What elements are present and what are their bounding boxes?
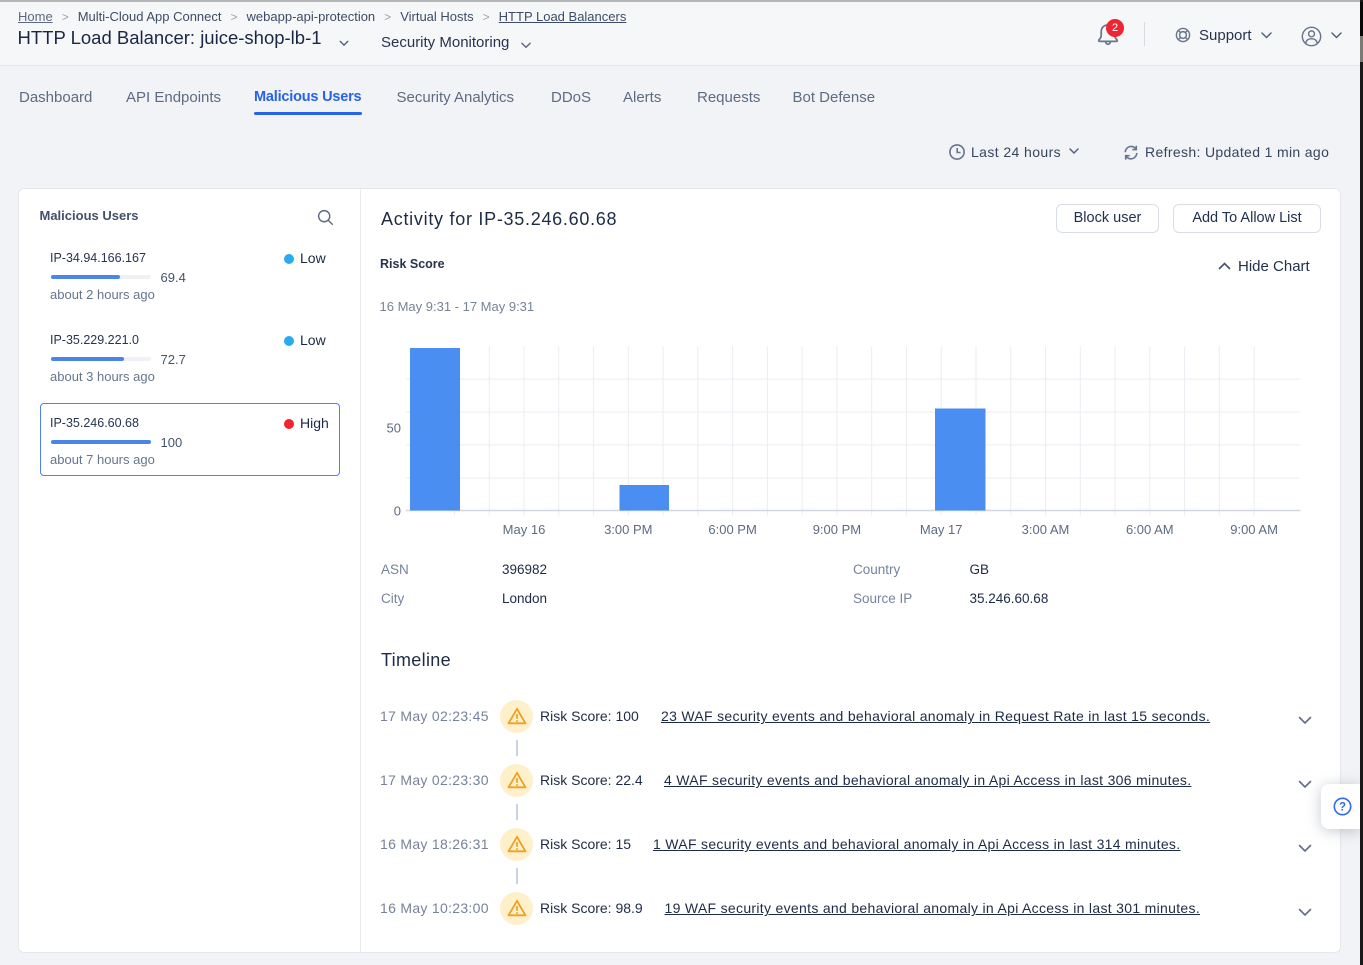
svg-text:3:00 PM: 3:00 PM <box>604 522 652 537</box>
svg-text:?: ? <box>1339 802 1346 814</box>
svg-text:May 17: May 17 <box>920 522 963 537</box>
svg-text:6:00 AM: 6:00 AM <box>1126 522 1174 537</box>
svg-text:9:00 PM: 9:00 PM <box>813 522 861 537</box>
svg-text:3:00 AM: 3:00 AM <box>1022 522 1070 537</box>
svg-text:6:00 PM: 6:00 PM <box>708 522 756 537</box>
svg-text:0: 0 <box>394 503 401 518</box>
svg-text:9:00 AM: 9:00 AM <box>1230 522 1278 537</box>
svg-text:May 16: May 16 <box>503 522 546 537</box>
svg-text:50: 50 <box>387 420 401 435</box>
